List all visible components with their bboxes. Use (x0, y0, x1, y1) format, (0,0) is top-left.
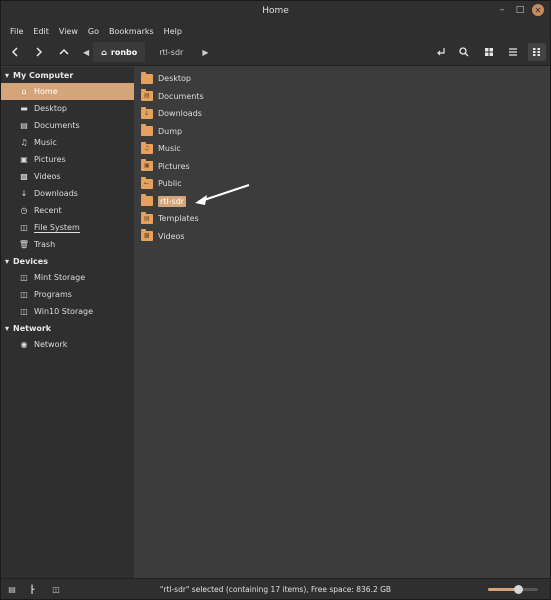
status-text: "rtl-sdr" selected (containing 17 items)… (159, 585, 392, 594)
toggle-location-icon[interactable] (432, 43, 450, 61)
trash-icon: 🗑 (18, 240, 30, 249)
zoom-slider[interactable] (488, 585, 538, 594)
maximize-icon[interactable]: □ (514, 4, 526, 16)
sidebar-item-mint-storage[interactable]: ◫ Mint Storage (1, 269, 134, 286)
music-icon: ♫ (20, 138, 28, 147)
download-icon: ↓ (20, 189, 28, 198)
compact-view-icon[interactable] (528, 43, 546, 61)
zoom-slider-knob[interactable] (514, 585, 523, 594)
menu-bar: File Edit View Go Bookmarks Help (1, 23, 550, 39)
network-icon: ◉ (20, 340, 28, 349)
back-icon[interactable] (6, 43, 24, 61)
list-item[interactable]: ▤ Templates (135, 210, 550, 228)
list-item[interactable]: ↓ Downloads (135, 105, 550, 123)
folder-documents-icon: ▤ (141, 89, 153, 102)
list-item-selected[interactable]: rtl-sdr (135, 183, 550, 211)
home-icon: ⌂ (101, 47, 107, 57)
sidebar-section-my-computer[interactable]: ▾ My Computer (1, 67, 134, 83)
breadcrumb-home[interactable]: ⌂ ronbo (93, 42, 146, 62)
sidebar-item-videos[interactable]: ▩ Videos (1, 168, 134, 185)
drive-icon: ◫ (20, 290, 28, 299)
list-item[interactable]: Desktop (135, 70, 550, 88)
folder-public-icon: ← (141, 176, 153, 189)
sidebar-item-win10-storage[interactable]: ◫ Win10 Storage (1, 303, 134, 320)
menu-help[interactable]: Help (159, 27, 187, 36)
breadcrumb-right-arrow-icon[interactable]: ▶ (197, 42, 214, 62)
sidebar-item-file-system[interactable]: ◫ File System (1, 219, 134, 236)
icon-view-icon[interactable] (480, 43, 498, 61)
pictures-icon: ▣ (20, 155, 28, 164)
breadcrumb-rtl-sdr[interactable]: rtl-sdr (145, 42, 198, 62)
sidebar-section-network[interactable]: ▾ Network (1, 320, 134, 336)
menu-go[interactable]: Go (83, 27, 104, 36)
menu-file[interactable]: File (5, 27, 28, 36)
close-icon[interactable]: ✕ (532, 4, 544, 16)
folder-pictures-icon: ▣ (141, 159, 153, 172)
search-icon[interactable] (455, 43, 473, 61)
sidebar-section-devices[interactable]: ▾ Devices (1, 253, 134, 269)
sidebar-item-home[interactable]: ⌂ Home (1, 83, 134, 100)
file-list: Desktop ▤ Documents ↓ Downloads Dump ♫ Musi… (135, 67, 550, 580)
desktop-icon: ▬ (20, 104, 28, 113)
chevron-down-icon: ▾ (5, 323, 10, 333)
clock-icon: ◷ (20, 206, 28, 215)
sidebar-item-music[interactable]: ♫ Music (1, 134, 134, 151)
drive-icon: ◫ (20, 273, 28, 282)
documents-icon: ▤ (20, 121, 28, 130)
folder-icon (141, 194, 153, 207)
sidebar-item-trash[interactable]: 🗑 Trash (1, 236, 134, 253)
sidebar-item-pictures[interactable]: ▣ Pictures (1, 151, 134, 168)
forward-icon[interactable] (30, 43, 48, 61)
folder-download-icon: ↓ (141, 106, 153, 119)
chevron-down-icon: ▾ (5, 256, 10, 266)
list-item[interactable]: ▩ Videos (135, 228, 550, 246)
up-icon[interactable] (55, 43, 73, 61)
sidebar-item-recent[interactable]: ◷ Recent (1, 202, 134, 219)
folder-icon (141, 71, 153, 84)
list-item[interactable]: ▤ Documents (135, 88, 550, 106)
breadcrumb-left-arrow-icon[interactable]: ◀ (79, 42, 94, 62)
sidebar-item-documents[interactable]: ▤ Documents (1, 117, 134, 134)
folder-icon (141, 124, 153, 137)
sidebar-item-desktop[interactable]: ▬ Desktop (1, 100, 134, 117)
list-item[interactable]: ▣ Pictures (135, 158, 550, 176)
drive-icon: ◫ (20, 307, 28, 316)
menu-edit[interactable]: Edit (28, 27, 54, 36)
folder-music-icon: ♫ (141, 141, 153, 154)
list-item[interactable]: Dump (135, 123, 550, 141)
folder-videos-icon: ▩ (141, 229, 153, 242)
videos-icon: ▩ (20, 172, 28, 181)
breadcrumb: ◀ ⌂ ronbo rtl-sdr ▶ (79, 42, 214, 62)
sidebar: ▾ My Computer ⌂ Home ▬ Desktop ▤ Documents ♫… (1, 67, 134, 580)
list-view-icon[interactable] (504, 43, 522, 61)
chevron-down-icon: ▾ (5, 70, 10, 80)
toolbar: ◀ ⌂ ronbo rtl-sdr ▶ (1, 39, 550, 66)
list-item[interactable]: ♫ Music (135, 140, 550, 158)
sidebar-item-network[interactable]: ◉ Network (1, 336, 134, 353)
title-bar: Home – □ ✕ (1, 1, 550, 23)
menu-bookmarks[interactable]: Bookmarks (104, 27, 159, 36)
sidebar-item-programs[interactable]: ◫ Programs (1, 286, 134, 303)
drive-icon: ◫ (20, 223, 28, 232)
window-title: Home (262, 6, 289, 16)
menu-view[interactable]: View (54, 27, 83, 36)
status-bar: ▤ ┣ ◫ "rtl-sdr" selected (containing 17 … (1, 578, 550, 599)
folder-templates-icon: ▤ (141, 211, 153, 224)
minimize-icon[interactable]: – (496, 4, 508, 16)
file-manager-window: Home – □ ✕ File Edit View Go Bookmarks H… (0, 0, 551, 600)
arrow-annotation-icon (195, 183, 250, 205)
sidebar-item-downloads[interactable]: ↓ Downloads (1, 185, 134, 202)
home-icon: ⌂ (21, 87, 27, 96)
